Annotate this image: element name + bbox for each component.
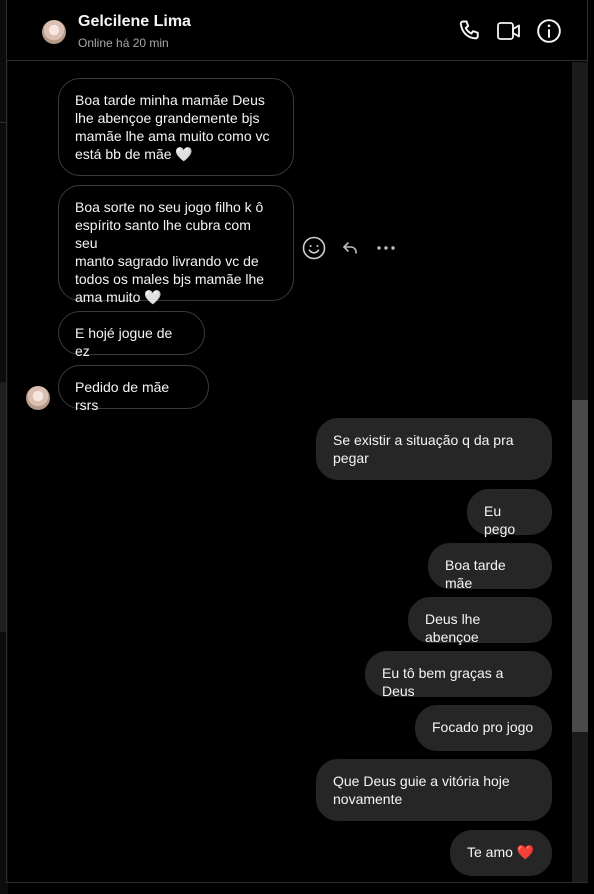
scrollbar-thumb[interactable] — [572, 400, 588, 732]
info-icon[interactable] — [536, 18, 562, 44]
outgoing-message[interactable]: Eu pego — [467, 489, 552, 537]
outgoing-message[interactable]: Que Deus guie a vitória hoje novamente — [316, 759, 552, 821]
incoming-message[interactable]: E hojé jogue de ez — [58, 311, 205, 359]
incoming-message[interactable]: Pedido de mãe rsrs — [58, 365, 209, 413]
sender-avatar[interactable] — [26, 386, 50, 410]
incoming-message[interactable]: Boa sorte no seu jogo filho k ô espírito… — [58, 185, 294, 305]
thread-bottom-border — [6, 882, 588, 883]
outgoing-message[interactable]: Se existir a situação q da pra pegar — [316, 418, 552, 480]
incoming-message[interactable]: Boa tarde minha mamãe Deus lhe abençoe g… — [58, 78, 294, 176]
contact-name[interactable]: Gelcilene Lima — [78, 13, 191, 31]
contact-status: Online há 20 min — [78, 36, 169, 50]
outgoing-message[interactable]: Focado pro jogo — [415, 705, 552, 751]
phone-icon[interactable] — [456, 18, 482, 44]
more-options-icon[interactable] — [376, 240, 396, 256]
video-camera-icon[interactable] — [496, 18, 522, 44]
outgoing-message[interactable]: Boa tarde mãe — [428, 543, 552, 591]
contact-avatar[interactable] — [42, 20, 66, 44]
outgoing-message[interactable]: Deus lhe abençoe — [408, 597, 552, 645]
chat-header: Gelcilene Lima Online há 20 min — [6, 0, 588, 61]
reply-icon[interactable] — [341, 239, 359, 257]
smiley-react-icon[interactable] — [302, 236, 326, 260]
outgoing-message[interactable]: Te amo ❤️ — [450, 830, 552, 876]
outgoing-message[interactable]: Eu tô bem graças a Deus — [365, 651, 552, 699]
